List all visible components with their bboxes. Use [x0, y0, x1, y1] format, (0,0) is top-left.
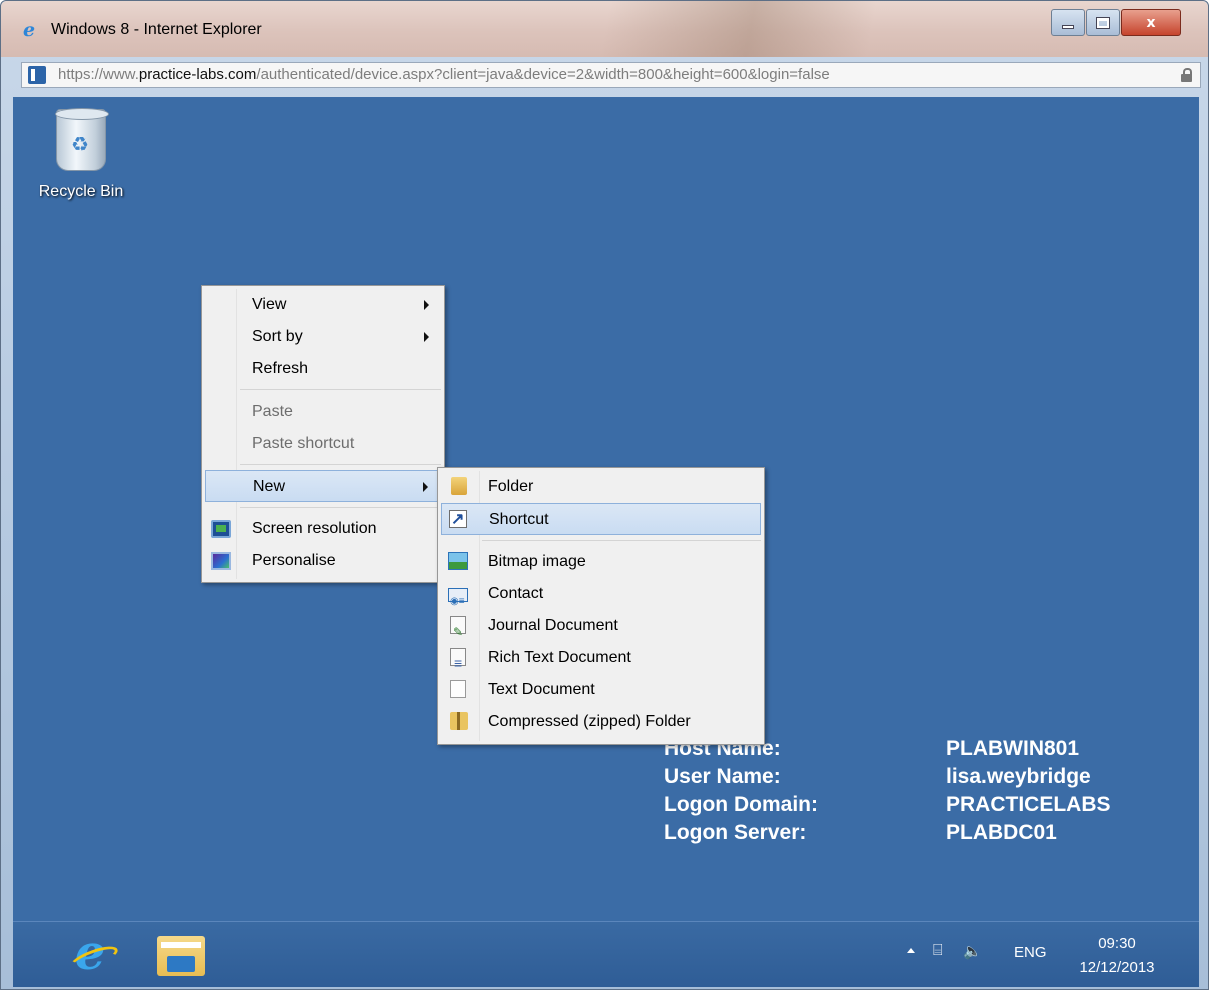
taskbar: e ⌸ 🔈 ENG 09:30 12/12/2013: [13, 921, 1199, 987]
menu-item-paste: Paste: [205, 396, 441, 428]
minimize-button[interactable]: [1051, 9, 1085, 36]
journal-icon: [450, 616, 466, 648]
submenu-arrow-icon: [424, 300, 429, 310]
show-hidden-icons-icon[interactable]: [907, 948, 915, 953]
menu-item-label: View: [252, 296, 287, 313]
menu-item-label: Refresh: [252, 360, 309, 377]
close-button[interactable]: x: [1121, 9, 1181, 36]
submenu-item-bitmap-image[interactable]: Bitmap image: [441, 546, 761, 578]
menu-item-label: Screen resolution: [252, 520, 377, 537]
minimize-icon: [1062, 24, 1074, 29]
title-bar[interactable]: e Windows 8 - Internet Explorer x: [1, 1, 1208, 57]
folder-icon: [451, 477, 467, 495]
zip-folder-icon: [450, 712, 468, 730]
submenu-arrow-icon: [423, 482, 428, 492]
clock[interactable]: 09:30 12/12/2013: [1073, 932, 1161, 987]
menu-item-label: Personalise: [252, 552, 336, 569]
menu-item-label: Paste shortcut: [252, 435, 355, 452]
menu-item-label: New: [253, 478, 286, 495]
menu-item-screen-resolution[interactable]: Screen resolution: [205, 513, 441, 545]
submenu-item-text-document[interactable]: Text Document: [441, 674, 761, 706]
bginfo-value: PLABDC01: [946, 821, 1057, 844]
submenu-arrow-icon: [424, 332, 429, 342]
menu-separator: [240, 464, 441, 465]
menu-item-label: Sort by: [252, 328, 303, 345]
close-icon: x: [1146, 14, 1156, 31]
bginfo-key: User Name:: [664, 765, 781, 788]
menu-item-sort-by[interactable]: Sort by: [205, 321, 441, 353]
clock-date: 12/12/2013: [1079, 959, 1155, 976]
text-document-icon: [450, 680, 466, 698]
shortcut-icon: [449, 504, 467, 536]
submenu-item-folder[interactable]: Folder: [441, 471, 761, 503]
volume-icon[interactable]: 🔈: [963, 942, 982, 987]
url-domain: practice-labs.com: [138, 66, 257, 83]
address-bar[interactable]: https://www.practice-labs.com/authentica…: [21, 62, 1201, 88]
menu-item-paste-shortcut: Paste shortcut: [205, 428, 441, 460]
contact-icon: [448, 586, 468, 618]
menu-item-new[interactable]: New: [205, 470, 441, 502]
menu-item-refresh[interactable]: Refresh: [205, 353, 441, 385]
submenu-item-rich-text-document[interactable]: Rich Text Document: [441, 642, 761, 679]
submenu-item-journal-document[interactable]: Journal Document: [441, 610, 761, 648]
menu-item-label: Text Document: [488, 681, 595, 698]
bginfo-value: PRACTICELABS: [946, 793, 1111, 816]
new-submenu: Folder Shortcut Bitmap image Contact Jou…: [437, 467, 765, 745]
menu-separator: [240, 507, 441, 508]
internet-explorer-icon[interactable]: e: [67, 929, 113, 978]
url-text[interactable]: https://www.practice-labs.com/authentica…: [58, 63, 830, 87]
desktop-icon-recycle-bin[interactable]: Recycle Bin: [35, 108, 127, 201]
submenu-item-shortcut[interactable]: Shortcut: [441, 503, 761, 536]
personalise-icon: [211, 552, 231, 570]
bitmap-icon: [448, 552, 468, 570]
menu-item-label: Shortcut: [489, 511, 549, 528]
url-prefix: https://www.: [58, 66, 139, 83]
file-explorer-icon[interactable]: [157, 936, 205, 976]
maximize-button[interactable]: [1086, 9, 1120, 36]
remote-desktop[interactable]: Recycle Bin Host Name:PLABWIN801 User Na…: [13, 97, 1199, 987]
rich-text-icon: [450, 647, 466, 679]
bginfo-key: Logon Domain:: [664, 793, 818, 816]
menu-item-view[interactable]: View: [205, 289, 441, 321]
bginfo-value: lisa.weybridge: [946, 765, 1091, 788]
bginfo-value: PLABWIN801: [946, 737, 1080, 760]
url-path: /authenticated/device.aspx?client=java&d…: [256, 66, 830, 83]
language-indicator[interactable]: ENG: [1014, 944, 1047, 987]
menu-item-personalise[interactable]: Personalise: [205, 545, 441, 577]
monitor-icon: [211, 520, 231, 538]
recycle-bin-icon: [55, 108, 109, 171]
bginfo-key: Logon Server:: [664, 821, 807, 844]
network-icon[interactable]: ⌸: [933, 942, 943, 987]
submenu-item-contact[interactable]: Contact: [441, 578, 761, 618]
menu-item-label: Folder: [488, 478, 534, 495]
menu-item-label: Contact: [488, 585, 544, 602]
menu-item-label: Rich Text Document: [488, 649, 631, 666]
maximize-icon: [1096, 16, 1110, 29]
desktop-icon-label: Recycle Bin: [38, 183, 124, 200]
menu-item-label: Paste: [252, 403, 293, 420]
menu-item-label: Journal Document: [488, 617, 618, 634]
browser-window: e Windows 8 - Internet Explorer x https:…: [0, 0, 1209, 990]
desktop-context-menu: View Sort by Refresh Paste Paste shortcu…: [201, 285, 445, 583]
submenu-item-compressed-folder[interactable]: Compressed (zipped) Folder: [441, 706, 761, 738]
window-title: Windows 8 - Internet Explorer: [51, 21, 262, 38]
lock-icon[interactable]: [1181, 68, 1192, 82]
menu-item-label: Bitmap image: [488, 553, 586, 570]
clock-time: 09:30: [1098, 935, 1136, 952]
site-favicon-icon: [28, 66, 46, 84]
menu-item-label: Compressed (zipped) Folder: [488, 713, 691, 730]
menu-separator: [240, 389, 441, 390]
internet-explorer-icon: e: [23, 19, 36, 41]
menu-separator: [482, 540, 761, 541]
